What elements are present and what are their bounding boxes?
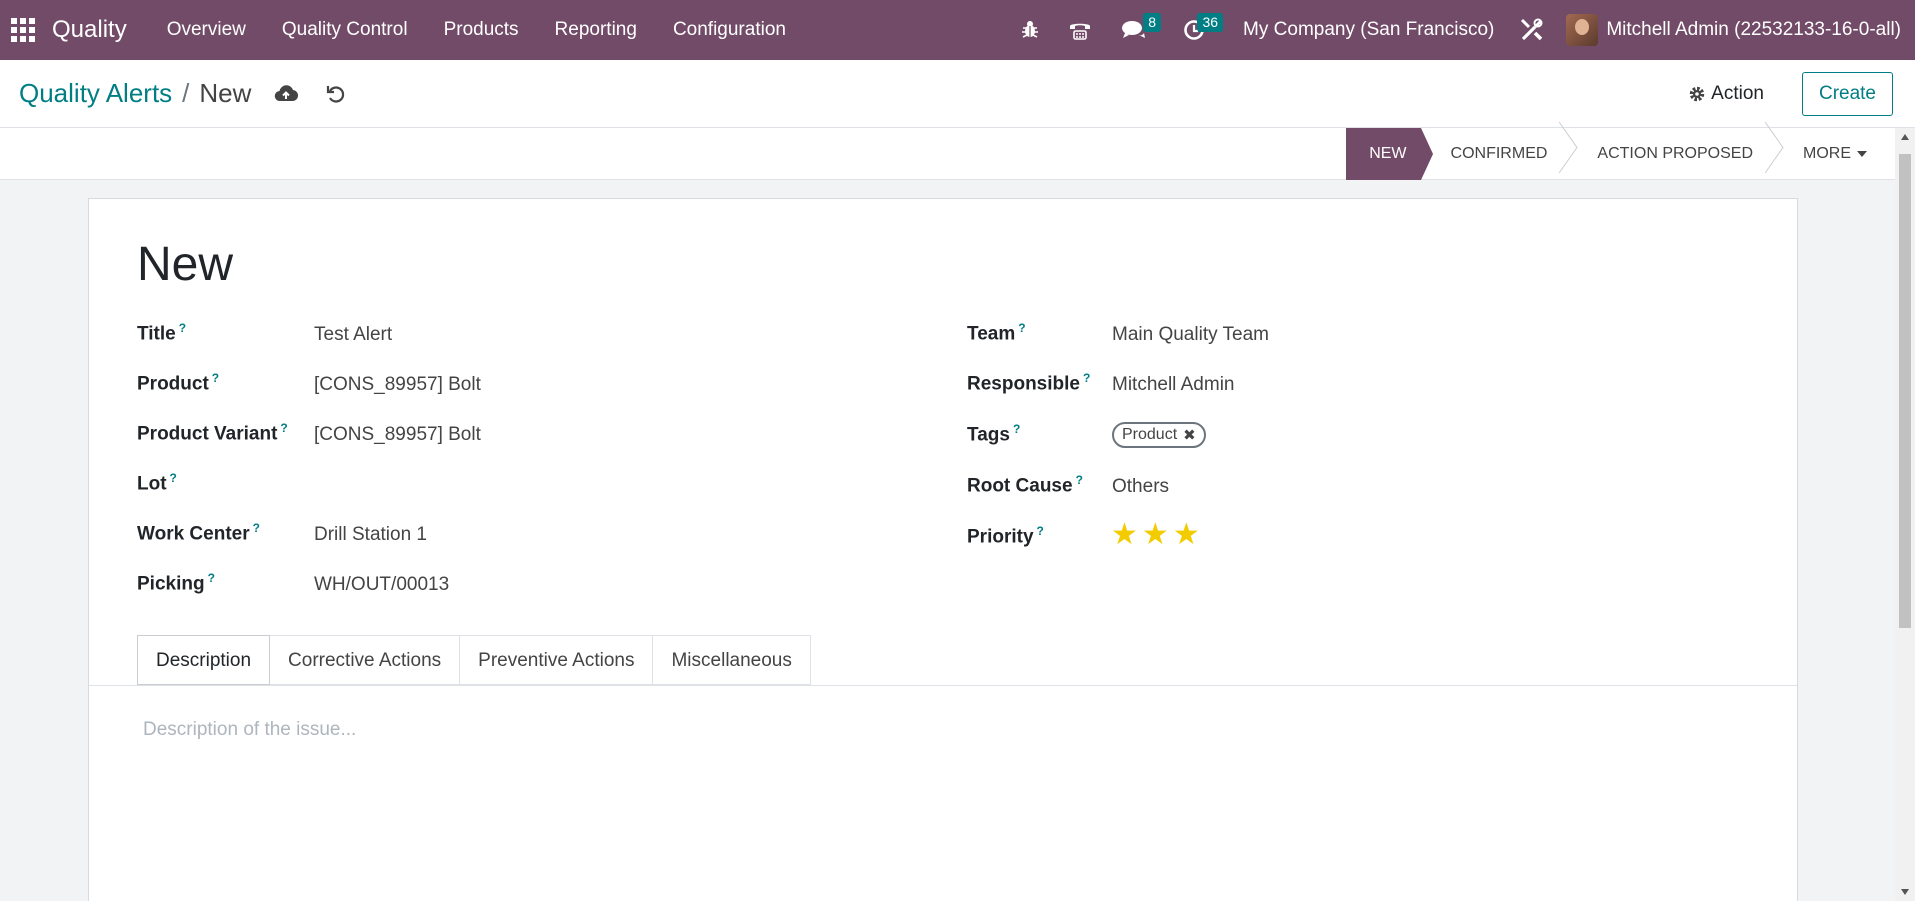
form-sheet: New Title? Test Alert Product? [CONS_899… <box>88 198 1798 901</box>
responsible-input[interactable]: Mitchell Admin <box>1112 374 1235 396</box>
notebook-tabs: Description Corrective Actions Preventiv… <box>137 635 811 685</box>
record-title[interactable]: New <box>137 237 233 292</box>
debug-bug-icon[interactable] <box>1005 0 1055 60</box>
product-variant-label: Product Variant? <box>137 421 288 445</box>
work-center-label: Work Center? <box>137 521 260 545</box>
menu-products[interactable]: Products <box>426 0 537 60</box>
priority-stars: ★ ★ ★ <box>1111 520 1204 550</box>
priority-star-icon[interactable]: ★ <box>1111 520 1138 550</box>
menu-quality-control[interactable]: Quality Control <box>264 0 426 60</box>
tag-product: Product ✖ <box>1112 422 1206 448</box>
messages-icon[interactable]: 8 <box>1105 0 1163 60</box>
avatar <box>1566 14 1599 46</box>
field-product: Product? <box>137 371 219 395</box>
apps-menu-icon[interactable] <box>0 0 46 60</box>
menu-reporting[interactable]: Reporting <box>537 0 655 60</box>
messages-badge: 8 <box>1143 13 1162 32</box>
menu-configuration[interactable]: Configuration <box>655 0 804 60</box>
company-switcher[interactable]: My Company (San Francisco) <box>1225 19 1512 41</box>
stage-action-proposed[interactable]: ACTION PROPOSED <box>1567 128 1773 180</box>
field-work-center: Work Center? <box>137 521 260 545</box>
field-tags: Tags? <box>967 422 1020 446</box>
lot-label: Lot? <box>137 471 177 495</box>
breadcrumb-quality-alerts[interactable]: Quality Alerts <box>19 78 172 109</box>
description-editor[interactable]: Description of the issue... <box>143 719 356 741</box>
activities-badge: 36 <box>1197 13 1224 32</box>
scroll-thumb[interactable] <box>1899 154 1911 628</box>
tab-miscellaneous[interactable]: Miscellaneous <box>653 635 811 685</box>
work-center-input[interactable]: Drill Station 1 <box>314 524 427 546</box>
discard-undo-icon[interactable] <box>321 79 351 109</box>
tools-icon[interactable] <box>1512 0 1552 60</box>
remove-tag-icon[interactable]: ✖ <box>1183 426 1196 444</box>
responsible-label: Responsible? <box>967 371 1091 395</box>
app-name[interactable]: Quality <box>52 16 127 44</box>
vertical-scrollbar[interactable] <box>1895 128 1915 901</box>
stage-new[interactable]: NEW <box>1346 128 1433 180</box>
action-button[interactable]: Action <box>1688 83 1764 105</box>
status-bar: NEW CONFIRMED ACTION PROPOSED MORE <box>0 128 1895 180</box>
picking-input[interactable]: WH/OUT/00013 <box>314 574 449 596</box>
breadcrumb: Quality Alerts / New <box>19 78 251 109</box>
tab-divider <box>89 685 1797 686</box>
control-panel: Quality Alerts / New Action Create <box>0 60 1915 128</box>
breadcrumb-current: New <box>199 78 252 108</box>
save-cloud-icon[interactable] <box>271 79 301 109</box>
root-cause-label: Root Cause? <box>967 473 1083 497</box>
field-product-variant: Product Variant? <box>137 421 288 445</box>
field-priority: Priority? <box>967 524 1044 548</box>
menu-overview[interactable]: Overview <box>149 0 264 60</box>
gear-icon <box>1689 86 1705 101</box>
top-navbar: Quality Overview Quality Control Product… <box>0 0 1915 60</box>
scroll-down-arrow-icon[interactable] <box>1901 889 1909 895</box>
title-input[interactable]: Test Alert <box>314 324 392 346</box>
phone-icon[interactable] <box>1055 0 1105 60</box>
activities-clock-icon[interactable]: 36 <box>1163 0 1225 60</box>
field-picking: Picking? <box>137 571 215 595</box>
product-label: Product? <box>137 371 220 395</box>
picking-label: Picking? <box>137 571 215 595</box>
priority-star-icon[interactable]: ★ <box>1173 520 1200 550</box>
product-input[interactable]: [CONS_89957] Bolt <box>314 374 481 396</box>
tab-preventive-actions[interactable]: Preventive Actions <box>460 635 654 685</box>
tags-label: Tags? <box>967 422 1021 446</box>
title-label: Title? <box>137 321 187 345</box>
field-title: Title? <box>137 321 186 345</box>
more-label: MORE <box>1803 145 1851 162</box>
team-input[interactable]: Main Quality Team <box>1112 324 1269 346</box>
tab-description[interactable]: Description <box>137 635 271 685</box>
team-label: Team? <box>967 321 1026 345</box>
breadcrumb-separator: / <box>182 78 190 108</box>
scroll-up-arrow-icon[interactable] <box>1901 134 1909 140</box>
tag-label: Product <box>1122 426 1178 443</box>
field-lot: Lot? <box>137 471 177 495</box>
stage-confirmed[interactable]: CONFIRMED <box>1421 128 1568 180</box>
field-responsible: Responsible? <box>967 371 1090 395</box>
product-variant-input[interactable]: [CONS_89957] Bolt <box>314 424 481 446</box>
caret-down-icon <box>1857 151 1867 157</box>
stage-more-dropdown[interactable]: MORE <box>1773 128 1895 180</box>
action-label: Action <box>1711 82 1764 104</box>
user-name: Mitchell Admin (22532133-16-0-all) <box>1606 19 1901 40</box>
root-cause-input[interactable]: Others <box>1112 476 1169 498</box>
create-button[interactable]: Create <box>1801 71 1893 116</box>
user-menu[interactable]: Mitchell Admin (22532133-16-0-all) <box>1566 14 1915 46</box>
tab-corrective-actions[interactable]: Corrective Actions <box>270 635 461 685</box>
lot-input[interactable] <box>314 474 614 498</box>
field-team: Team? <box>967 321 1026 345</box>
stage-pipeline: NEW CONFIRMED ACTION PROPOSED MORE <box>1346 128 1895 180</box>
priority-star-icon[interactable]: ★ <box>1142 520 1169 550</box>
priority-label: Priority? <box>967 524 1044 548</box>
field-root-cause: Root Cause? <box>967 473 1083 497</box>
